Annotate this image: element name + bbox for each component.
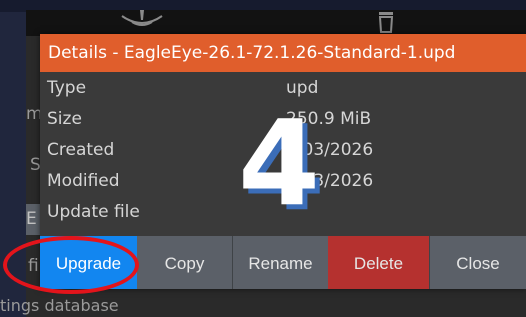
delete-button[interactable]: Delete: [328, 236, 429, 289]
dialog-title: Details - EagleEye-26.1-72.1.26-Standard…: [40, 34, 526, 72]
dialog-button-bar: Upgrade Copy Rename Delete Close: [40, 236, 526, 289]
close-button[interactable]: Close: [430, 236, 526, 289]
rename-button[interactable]: Rename: [233, 236, 328, 289]
detail-label: Size: [47, 109, 82, 129]
sonar-icon: [121, 10, 163, 26]
detail-label: Created: [47, 140, 115, 160]
delete-icon: [378, 12, 394, 33]
background-settings-item: tings database: [0, 296, 119, 315]
top-icon-strip: [26, 10, 526, 36]
list-item: fi: [28, 256, 39, 276]
step-number-annotation: 4: [238, 94, 321, 232]
detail-label: Modified: [47, 171, 120, 191]
detail-label: Update file: [47, 202, 140, 222]
upgrade-button[interactable]: Upgrade: [40, 236, 137, 289]
list-item-selected: E: [26, 204, 40, 235]
detail-label: Type: [47, 78, 87, 98]
copy-button[interactable]: Copy: [137, 236, 232, 289]
